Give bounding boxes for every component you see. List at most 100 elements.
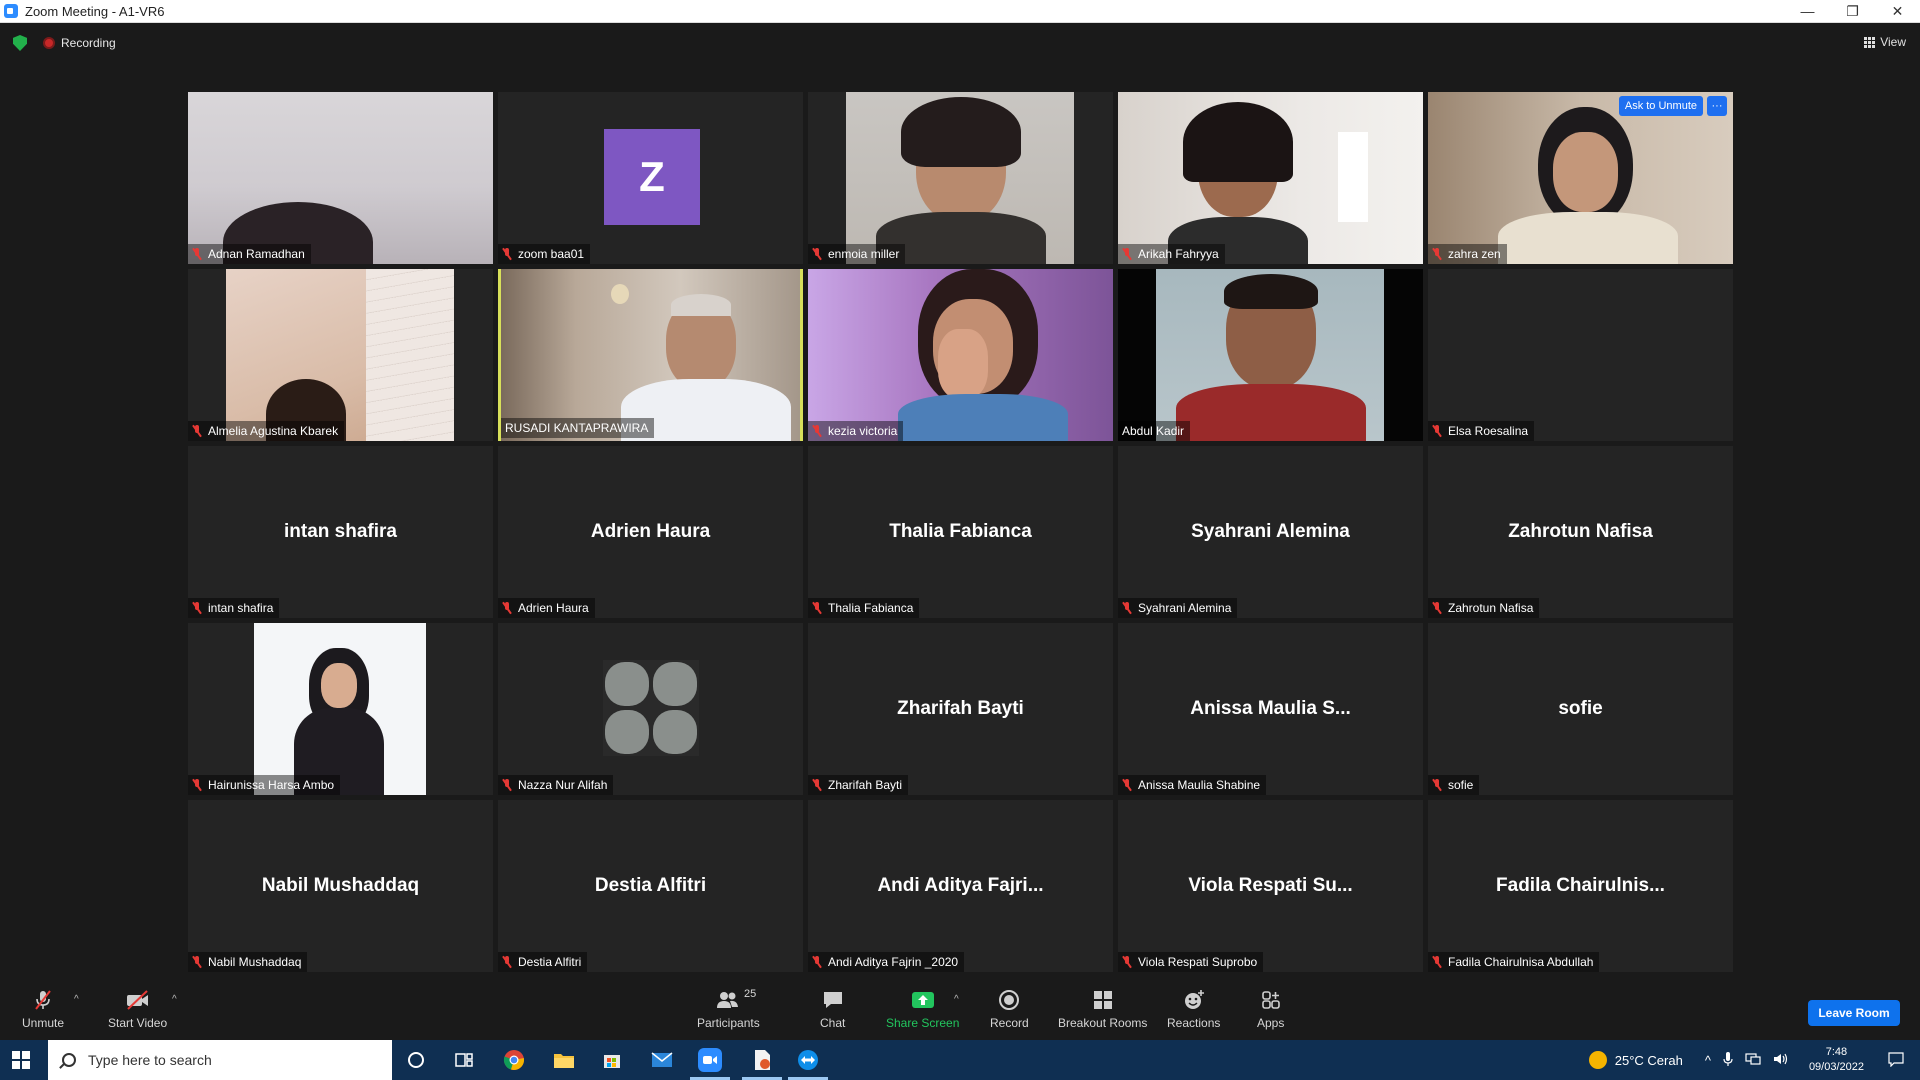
recording-label: Recording [61, 36, 116, 50]
zoom-logo-icon [4, 4, 18, 18]
participant-tile[interactable]: Zharifah Bayti Zharifah Bayti [808, 623, 1113, 795]
chat-icon [822, 988, 844, 1012]
participant-tile[interactable]: Nabil Mushaddaq Nabil Mushaddaq [188, 800, 493, 972]
participant-video [846, 92, 1074, 264]
participant-tile[interactable]: Z zoom baa01 [498, 92, 803, 264]
participant-tile[interactable]: Thalia Fabianca Thalia Fabianca [808, 446, 1113, 618]
participant-tile[interactable]: Abdul Kadir [1118, 269, 1423, 441]
participant-tile[interactable]: Andi Aditya Fajri... Andi Aditya Fajrin … [808, 800, 1113, 972]
participant-display-name: Syahrani Alemina [1191, 521, 1350, 542]
document-app-icon[interactable] [750, 1048, 774, 1072]
mic-muted-icon [812, 425, 822, 437]
record-icon [998, 988, 1020, 1012]
microsoft-store-icon[interactable] [600, 1048, 624, 1072]
participant-display-name: Zahrotun Nafisa [1508, 521, 1653, 542]
participant-video [1118, 92, 1423, 264]
participant-tile[interactable]: intan shafira intan shafira [188, 446, 493, 618]
taskbar-search-box[interactable]: Type here to search [48, 1040, 392, 1080]
microphone-tray-icon[interactable] [1723, 1051, 1733, 1070]
breakout-rooms-icon [1092, 988, 1114, 1012]
participant-display-name: Zharifah Bayti [897, 698, 1024, 719]
clock-date: 09/03/2022 [1808, 1061, 1864, 1073]
share-options-chevron-icon[interactable]: ^ [954, 994, 959, 1005]
participant-display-name: Nabil Mushaddaq [261, 875, 420, 896]
file-explorer-icon[interactable] [552, 1048, 576, 1072]
apps-button[interactable]: Apps [1257, 988, 1284, 1030]
participant-video [188, 92, 493, 264]
participant-name-label: enmoia miller [808, 244, 906, 264]
participant-tile[interactable]: Ask to Unmute ··· zahra zen [1428, 92, 1733, 264]
mic-muted-icon [192, 425, 202, 437]
mic-muted-icon [502, 248, 512, 260]
participant-tile[interactable]: Nazza Nur Alifah [498, 623, 803, 795]
notifications-icon[interactable] [1888, 1051, 1904, 1070]
task-view-icon[interactable] [452, 1048, 476, 1072]
volume-icon[interactable] [1773, 1052, 1789, 1069]
participant-tile[interactable]: Anissa Maulia S... Anissa Maulia Shabine [1118, 623, 1423, 795]
recording-indicator[interactable]: Recording [43, 36, 116, 50]
leave-room-button[interactable]: Leave Room [1808, 1000, 1900, 1026]
zoom-app-icon[interactable] [698, 1048, 722, 1072]
participant-tile[interactable]: Zahrotun Nafisa Zahrotun Nafisa [1428, 446, 1733, 618]
chrome-icon[interactable] [502, 1048, 526, 1072]
mic-muted-icon [502, 779, 512, 791]
mail-icon[interactable] [650, 1048, 674, 1072]
participant-name-label: kezia victoria [808, 421, 904, 441]
reactions-icon [1183, 988, 1205, 1012]
participant-tile[interactable]: Arikah Fahryya [1118, 92, 1423, 264]
audio-options-chevron-icon[interactable]: ^ [74, 994, 79, 1005]
participant-tile[interactable]: Elsa Roesalina [1428, 269, 1733, 441]
unmute-button[interactable]: Unmute [22, 988, 64, 1030]
mic-muted-icon [812, 248, 822, 260]
participant-tile[interactable]: kezia victoria [808, 269, 1113, 441]
mic-muted-icon [502, 956, 512, 968]
participant-tile[interactable]: sofie sofie [1428, 623, 1733, 795]
security-shield-icon[interactable] [13, 35, 27, 51]
participant-tile[interactable]: Adnan Ramadhan [188, 92, 493, 264]
participant-tile[interactable]: Fadila Chairulnis... Fadila Chairulnisa … [1428, 800, 1733, 972]
minimize-button[interactable]: — [1785, 0, 1830, 23]
participant-name-label: Nazza Nur Alifah [498, 775, 614, 795]
gallery-view: Adnan Ramadhan Z zoom baa01 enmoia mille… [188, 92, 1733, 972]
participant-tile-active-speaker[interactable]: RUSADI KANTAPRAWIRA [498, 269, 803, 441]
participant-tile[interactable]: Syahrani Alemina Syahrani Alemina [1118, 446, 1423, 618]
view-label: View [1880, 35, 1906, 49]
participant-tile[interactable]: Viola Respati Su... Viola Respati Suprob… [1118, 800, 1423, 972]
view-button[interactable]: View [1864, 35, 1906, 49]
windows-start-icon[interactable] [12, 1051, 30, 1069]
start-video-button[interactable]: Start Video [108, 988, 167, 1030]
share-screen-button[interactable]: Share Screen [886, 988, 959, 1030]
cortana-icon[interactable] [404, 1048, 428, 1072]
mic-muted-icon [192, 956, 202, 968]
participant-display-name: intan shafira [284, 521, 397, 542]
taskbar-clock[interactable]: 7:48 09/03/2022 [1809, 1045, 1864, 1075]
weather-text[interactable]: 25°C Cerah [1615, 1053, 1683, 1068]
video-options-chevron-icon[interactable]: ^ [172, 994, 177, 1005]
restore-button[interactable]: ❐ [1830, 0, 1875, 23]
search-icon [62, 1053, 76, 1067]
mic-muted-icon [1122, 956, 1132, 968]
show-hidden-icons-chevron-icon[interactable]: ^ [1705, 1053, 1711, 1068]
participant-name-label: Andi Aditya Fajrin _2020 [808, 952, 965, 972]
breakout-rooms-button[interactable]: Breakout Rooms [1058, 988, 1147, 1030]
ask-to-unmute-button[interactable]: Ask to Unmute [1618, 96, 1703, 116]
participant-tile[interactable]: Adrien Haura Adrien Haura [498, 446, 803, 618]
participant-tile[interactable]: enmoia miller [808, 92, 1113, 264]
mic-muted-icon [192, 248, 202, 260]
participant-name-label: Elsa Roesalina [1428, 421, 1535, 441]
participant-name-label: Zharifah Bayti [808, 775, 909, 795]
record-button[interactable]: Record [990, 988, 1029, 1030]
network-icon[interactable] [1745, 1052, 1761, 1069]
participant-tile[interactable]: Hairunissa Harsa Ambo [188, 623, 493, 795]
chat-button[interactable]: Chat [820, 988, 845, 1030]
mic-muted-icon [502, 602, 512, 614]
weather-sun-icon[interactable] [1588, 1051, 1607, 1069]
mic-muted-icon [1122, 779, 1132, 791]
participant-name-label: zahra zen [1428, 244, 1507, 264]
reactions-button[interactable]: Reactions [1167, 988, 1220, 1030]
participant-tile[interactable]: Almelia Agustina Kbarek [188, 269, 493, 441]
participant-tile[interactable]: Destia Alfitri Destia Alfitri [498, 800, 803, 972]
teamviewer-icon[interactable] [796, 1048, 820, 1072]
more-options-button[interactable]: ··· [1707, 96, 1727, 116]
close-button[interactable]: ✕ [1875, 0, 1920, 23]
